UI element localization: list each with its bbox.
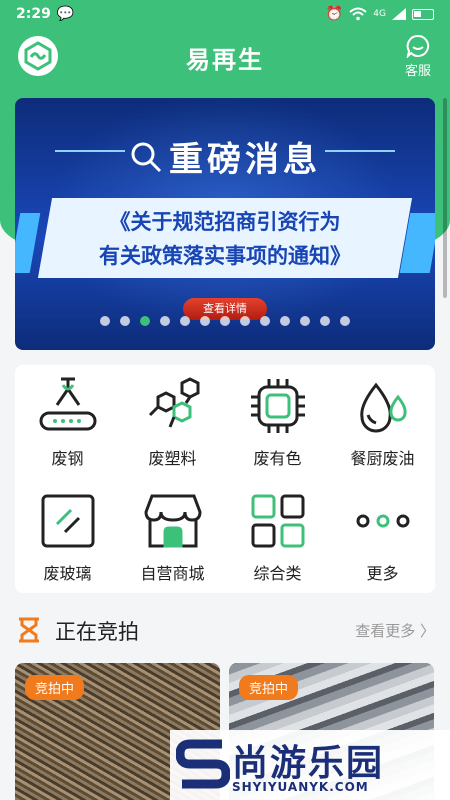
watermark-url: SHYIYUANYK.COM xyxy=(232,780,369,794)
molecule-icon xyxy=(148,377,199,428)
banner-subtitle-line1: 《关于规范招商引资行为 xyxy=(109,210,341,234)
crane-hook-icon xyxy=(39,377,96,431)
customer-service-button[interactable]: 客服 xyxy=(400,34,436,79)
alarm-icon: ⏰ xyxy=(325,6,344,22)
chip-icon xyxy=(250,379,305,433)
status-icons: ⏰ 4G xyxy=(326,6,434,22)
category-label: 废钢 xyxy=(51,449,84,468)
battery-icon xyxy=(412,8,434,20)
pagination-dot[interactable] xyxy=(280,316,290,326)
pagination-dot[interactable] xyxy=(240,316,250,326)
category-label: 废玻璃 xyxy=(43,564,92,583)
chat-notification-icon: 💬 xyxy=(56,6,75,22)
category-nonferrous[interactable]: 废有色 xyxy=(225,365,330,475)
auction-title: 正在竞拍 xyxy=(55,620,139,644)
pagination-dot[interactable] xyxy=(180,316,190,326)
scrollbar[interactable] xyxy=(443,98,447,298)
pagination-dot[interactable] xyxy=(120,316,130,326)
grid-icon xyxy=(251,494,304,548)
category-glass[interactable]: 废玻璃 xyxy=(15,480,120,590)
wifi-icon xyxy=(349,7,367,21)
category-more[interactable]: 更多 xyxy=(330,480,435,590)
category-plastic[interactable]: 废塑料 xyxy=(120,365,225,475)
category-grid: 废钢 废塑料 废有色 餐厨废油 废玻璃 自营商城 综合类 更多 xyxy=(15,365,435,593)
pagination-dot[interactable] xyxy=(200,316,210,326)
auction-status-badge: 竞拍中 xyxy=(239,675,299,700)
category-kitchen-oil[interactable]: 餐厨废油 xyxy=(330,365,435,475)
more-dots-icon xyxy=(356,514,409,528)
magnifier-icon xyxy=(131,142,162,172)
app-header: 易再生 客服 xyxy=(0,30,450,82)
news-banner[interactable]: 重磅消息 《关于规范招商引资行为 有关政策落实事项的通知》 查看详情 xyxy=(15,98,435,350)
category-label: 废有色 xyxy=(253,449,302,468)
pagination-dot[interactable] xyxy=(300,316,310,326)
pagination-dot[interactable] xyxy=(340,316,350,326)
banner-subtitle-line2: 有关政策落实事项的通知》 xyxy=(99,244,351,268)
category-store[interactable]: 自营商城 xyxy=(120,480,225,590)
customer-service-label: 客服 xyxy=(404,64,431,79)
network-type: 4G xyxy=(373,9,386,19)
category-steel[interactable]: 废钢 xyxy=(15,365,120,475)
watermark: 尚游乐园 SHYIYUANYK.COM xyxy=(170,730,450,800)
category-label: 废塑料 xyxy=(148,449,197,468)
glass-pane-icon xyxy=(41,494,94,548)
app-title: 易再生 xyxy=(186,46,264,74)
signal-icon xyxy=(392,8,406,20)
banner-headline-row: 重磅消息 xyxy=(15,132,435,181)
category-comprehensive[interactable]: 综合类 xyxy=(225,480,330,590)
pagination-dot[interactable] xyxy=(260,316,270,326)
see-more-link[interactable]: 查看更多 〉 xyxy=(355,620,435,641)
banner-headline: 重磅消息 xyxy=(169,140,321,180)
auction-section-header: 正在竞拍 查看更多 〉 xyxy=(15,612,435,648)
category-label: 综合类 xyxy=(253,564,302,583)
pagination-dot[interactable] xyxy=(220,316,230,326)
pagination-dot[interactable] xyxy=(100,316,110,326)
pagination-dot[interactable] xyxy=(160,316,170,326)
auction-status-badge: 竞拍中 xyxy=(25,675,85,700)
category-label: 餐厨废油 xyxy=(350,449,415,468)
status-bar: 2:29 💬 ⏰ 4G xyxy=(0,0,450,28)
chat-smile-icon xyxy=(406,34,430,58)
category-label: 更多 xyxy=(366,564,399,583)
banner-pagination[interactable] xyxy=(15,316,435,326)
store-icon xyxy=(143,494,202,548)
pagination-dot[interactable] xyxy=(140,316,150,326)
status-time: 2:29 xyxy=(16,6,51,22)
pagination-dot[interactable] xyxy=(320,316,330,326)
category-label: 自营商城 xyxy=(140,564,205,583)
watermark-logo xyxy=(176,739,230,789)
oil-drops-icon xyxy=(359,382,407,433)
hourglass-icon xyxy=(19,617,39,643)
watermark-text: 尚游乐园 xyxy=(232,743,385,784)
